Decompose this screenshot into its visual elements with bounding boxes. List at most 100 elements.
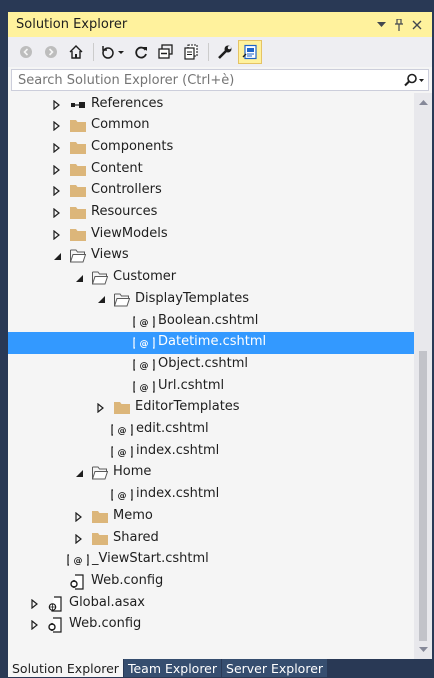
tree-item-label: DisplayTemplates [135,290,250,306]
tree-item-label: Web.config [91,572,164,588]
history-icon[interactable] [98,40,128,64]
collapsed-arrow-icon[interactable] [51,142,63,154]
collapsed-arrow-icon[interactable] [51,164,63,176]
references-icon [70,97,86,113]
tab-solution-explorer[interactable]: Solution Explorer [8,659,123,677]
tree-item-label: Controllers [91,182,162,198]
folder-icon [114,400,130,416]
tree-item-label: Datetime.cshtml [158,334,267,350]
tree-item-label: Common [91,117,150,133]
tab-server-explorer[interactable]: Server Explorer [222,659,328,677]
expanded-arrow-icon[interactable] [51,250,63,262]
tree-item[interactable]: @ Datetime.cshtml [8,332,414,355]
toolbar-separator [93,43,94,61]
scrollbar-thumb[interactable] [419,351,427,641]
back-icon[interactable] [14,40,38,64]
search-box[interactable] [11,69,429,91]
expanded-arrow-icon[interactable] [95,294,107,306]
preview-icon[interactable] [238,40,262,64]
tree-item[interactable]: Customer [8,267,414,289]
collapsed-arrow-icon[interactable] [51,99,63,111]
tree-item[interactable]: Web.config [8,614,414,636]
collapsed-arrow-icon[interactable] [95,402,107,414]
tree-item-label: Url.cshtml [158,377,225,393]
collapsed-arrow-icon[interactable] [29,598,41,610]
collapsed-arrow-icon[interactable] [73,511,85,523]
collapsed-arrow-icon[interactable] [51,185,63,197]
pin-icon[interactable] [390,16,408,34]
tab-team-explorer[interactable]: Team Explorer [123,659,222,677]
collapsed-arrow-icon[interactable] [51,120,63,132]
tree-item[interactable]: References [8,94,414,116]
tree-item[interactable]: Common [8,115,414,137]
tree-item[interactable]: @ Boolean.cshtml [8,311,414,333]
folder-icon [70,205,86,221]
title-bar-controls [372,16,426,34]
title-bar: Solution Explorer [8,12,432,37]
collapsed-arrow-icon[interactable] [29,619,41,631]
razor-file-icon: @ [111,487,133,503]
svg-text:@: @ [118,427,127,437]
tree-item[interactable]: Controllers [8,180,414,202]
tree-item-label: Boolean.cshtml [158,312,259,328]
expanded-arrow-icon[interactable] [73,272,85,284]
razor-file-icon: @ [133,357,155,373]
properties-icon[interactable] [213,40,237,64]
svg-text:@: @ [140,383,149,393]
tree-item[interactable]: @ index.cshtml [8,441,414,463]
tree-item-label: _ViewStart.cshtml [92,551,209,567]
tree-item[interactable]: @ edit.cshtml [8,419,414,441]
razor-file-icon: @ [133,314,155,330]
tree-item-label: Shared [113,529,159,545]
scroll-down-arrow-icon[interactable] [414,641,432,659]
folder-icon [70,162,86,178]
scroll-up-arrow-icon[interactable] [414,93,432,111]
tree-item-label: Resources [91,204,158,219]
tree-item[interactable]: Views [8,245,414,267]
tree-item[interactable]: @ Url.cshtml [8,376,414,398]
tree-item[interactable]: Resources [8,202,414,224]
collapsed-arrow-icon[interactable] [51,229,63,241]
tree-item[interactable]: Components [8,137,414,159]
close-icon[interactable] [408,16,426,34]
forward-icon[interactable] [39,40,63,64]
collapsed-arrow-icon[interactable] [51,207,63,219]
tree-item[interactable]: @ _ViewStart.cshtml [8,549,414,571]
vertical-scrollbar[interactable] [414,93,432,659]
search-input[interactable] [16,71,400,89]
expanded-arrow-icon[interactable] [73,467,85,479]
search-icon[interactable] [400,73,428,87]
tree-item-label: Object.cshtml [158,355,249,371]
folder-icon [70,118,86,134]
tree-item[interactable]: Content [8,159,414,181]
tree-item-label: Content [91,160,143,176]
refresh-icon[interactable] [129,40,153,64]
bottom-tab-strip: Solution Explorer Team Explorer Server E… [8,659,432,677]
show-all-files-icon[interactable] [179,40,203,64]
config-file-icon [70,574,86,590]
tree-item[interactable]: Web.config [8,571,414,593]
razor-file-icon: @ [111,422,133,438]
tree-item[interactable]: Memo [8,506,414,528]
folder-icon [92,531,108,547]
tree-item-label: Web.config [69,616,142,632]
open-folder-icon [92,465,108,481]
tree-item[interactable]: @ index.cshtml [8,484,414,506]
tree-item[interactable]: Home [8,462,414,484]
folder-icon [92,509,108,525]
svg-text:@: @ [118,448,127,458]
tree-item[interactable]: ViewModels [8,224,414,246]
collapsed-arrow-icon[interactable] [73,533,85,545]
home-icon[interactable] [64,40,88,64]
tree-item-label: Home [113,464,152,480]
tree-item[interactable]: EditorTemplates [8,397,414,419]
tree-item[interactable]: Global.asax [8,593,414,615]
tree-item-label: Memo [113,507,153,523]
collapse-all-icon[interactable] [154,40,178,64]
razor-file-icon: @ [67,552,89,568]
tree-item[interactable]: Shared [8,528,414,550]
tree-item[interactable]: DisplayTemplates [8,289,414,311]
dropdown-arrow-icon[interactable] [372,16,390,34]
tree-item-label: EditorTemplates [135,399,240,415]
tree-item[interactable]: @ Object.cshtml [8,354,414,376]
